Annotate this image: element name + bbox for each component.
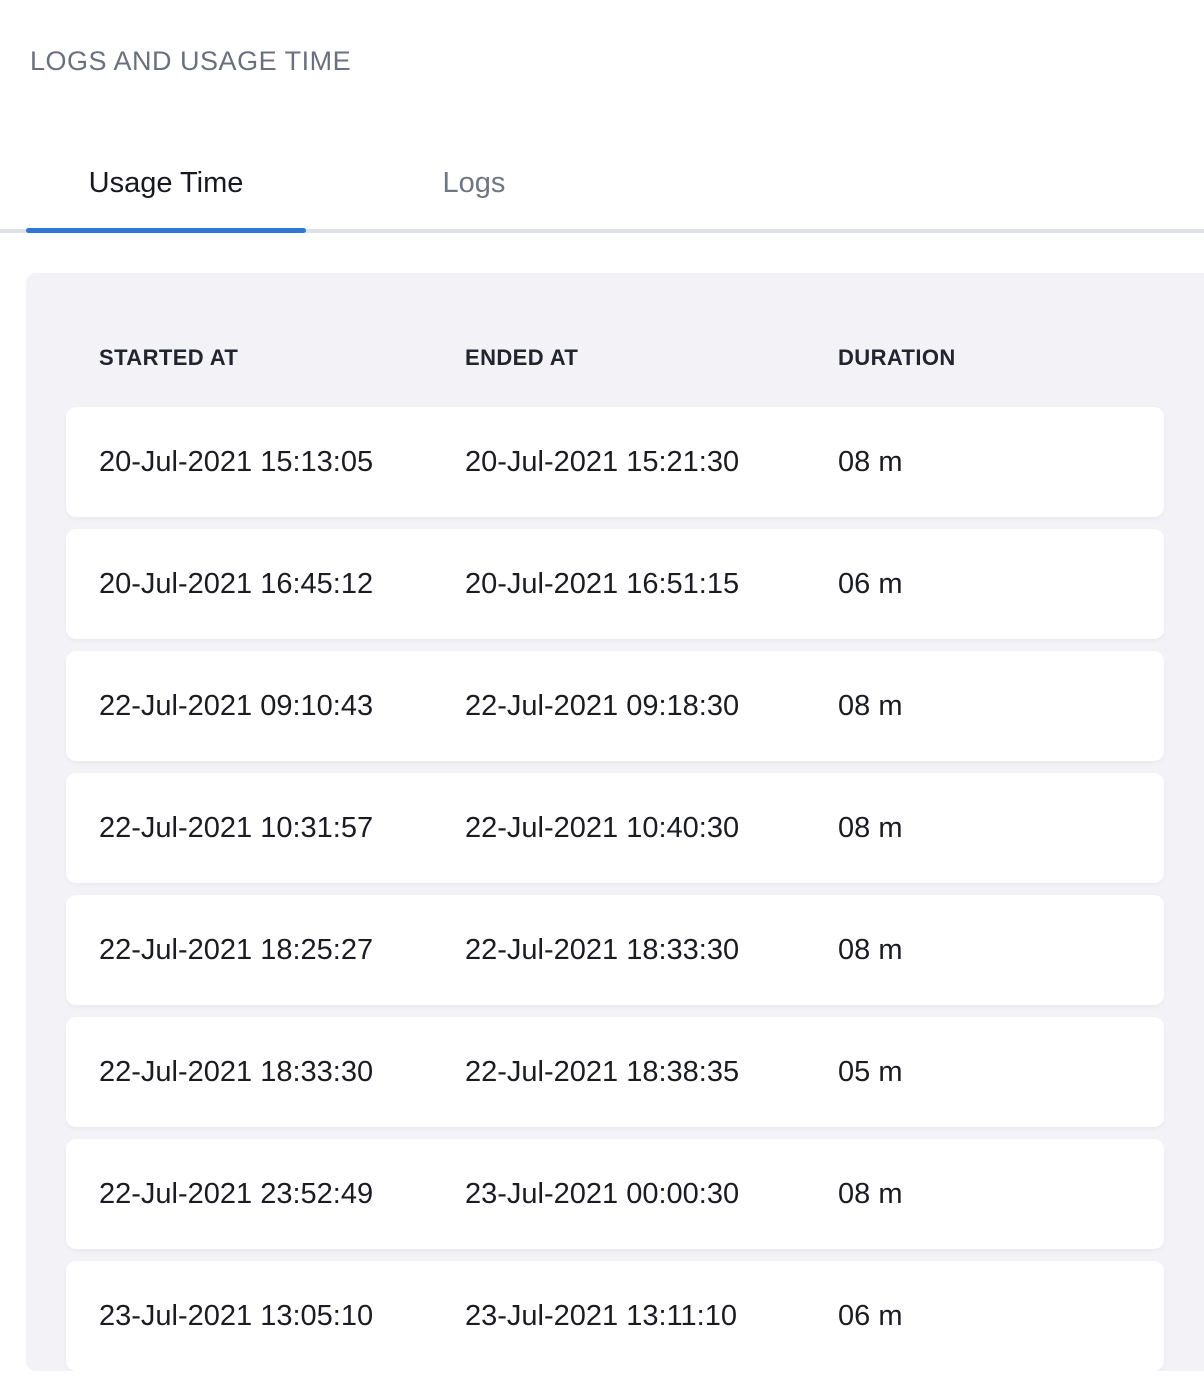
table-header-row: STARTED AT ENDED AT DURATION xyxy=(66,345,1164,371)
table-row: 23-Jul-2021 13:05:10 23-Jul-2021 13:11:1… xyxy=(66,1261,1164,1371)
usage-time-panel: STARTED AT ENDED AT DURATION 20-Jul-2021… xyxy=(26,273,1204,1371)
tabs-bar: Usage Time Logs xyxy=(0,137,1204,233)
table-row: 22-Jul-2021 23:52:49 23-Jul-2021 00:00:3… xyxy=(66,1139,1164,1249)
cell-started-at: 22-Jul-2021 18:33:30 xyxy=(99,1056,465,1089)
cell-started-at: 22-Jul-2021 10:31:57 xyxy=(99,812,465,845)
cell-ended-at: 23-Jul-2021 13:11:10 xyxy=(465,1300,838,1333)
cell-started-at: 23-Jul-2021 13:05:10 xyxy=(99,1300,465,1333)
cell-duration: 08 m xyxy=(838,812,1164,845)
cell-ended-at: 20-Jul-2021 16:51:15 xyxy=(465,568,838,601)
cell-duration: 06 m xyxy=(838,1300,1164,1333)
page-title: LOGS AND USAGE TIME xyxy=(30,46,1204,77)
cell-duration: 05 m xyxy=(838,1056,1164,1089)
cell-duration: 08 m xyxy=(838,446,1164,479)
tab-logs-label: Logs xyxy=(443,167,506,200)
cell-ended-at: 22-Jul-2021 09:18:30 xyxy=(465,690,838,723)
tab-logs[interactable]: Logs xyxy=(334,137,614,229)
cell-duration: 08 m xyxy=(838,690,1164,723)
column-header-ended-at: ENDED AT xyxy=(465,345,838,371)
cell-started-at: 22-Jul-2021 18:25:27 xyxy=(99,934,465,967)
cell-ended-at: 22-Jul-2021 10:40:30 xyxy=(465,812,838,845)
tab-usage-time[interactable]: Usage Time xyxy=(26,137,306,229)
usage-rows: 20-Jul-2021 15:13:05 20-Jul-2021 15:21:3… xyxy=(66,407,1164,1371)
cell-duration: 06 m xyxy=(838,568,1164,601)
table-row: 20-Jul-2021 15:13:05 20-Jul-2021 15:21:3… xyxy=(66,407,1164,517)
table-row: 22-Jul-2021 09:10:43 22-Jul-2021 09:18:3… xyxy=(66,651,1164,761)
cell-duration: 08 m xyxy=(838,1178,1164,1211)
cell-started-at: 22-Jul-2021 09:10:43 xyxy=(99,690,465,723)
table-row: 22-Jul-2021 10:31:57 22-Jul-2021 10:40:3… xyxy=(66,773,1164,883)
cell-ended-at: 22-Jul-2021 18:33:30 xyxy=(465,934,838,967)
column-header-duration: DURATION xyxy=(838,345,1164,371)
cell-ended-at: 23-Jul-2021 00:00:30 xyxy=(465,1178,838,1211)
cell-ended-at: 20-Jul-2021 15:21:30 xyxy=(465,446,838,479)
cell-started-at: 20-Jul-2021 15:13:05 xyxy=(99,446,465,479)
cell-started-at: 22-Jul-2021 23:52:49 xyxy=(99,1178,465,1211)
tab-usage-time-label: Usage Time xyxy=(89,167,244,200)
active-tab-indicator xyxy=(26,228,306,233)
column-header-started-at: STARTED AT xyxy=(99,345,465,371)
table-row: 20-Jul-2021 16:45:12 20-Jul-2021 16:51:1… xyxy=(66,529,1164,639)
table-row: 22-Jul-2021 18:33:30 22-Jul-2021 18:38:3… xyxy=(66,1017,1164,1127)
cell-started-at: 20-Jul-2021 16:45:12 xyxy=(99,568,465,601)
table-row: 22-Jul-2021 18:25:27 22-Jul-2021 18:33:3… xyxy=(66,895,1164,1005)
cell-ended-at: 22-Jul-2021 18:38:35 xyxy=(465,1056,838,1089)
cell-duration: 08 m xyxy=(838,934,1164,967)
